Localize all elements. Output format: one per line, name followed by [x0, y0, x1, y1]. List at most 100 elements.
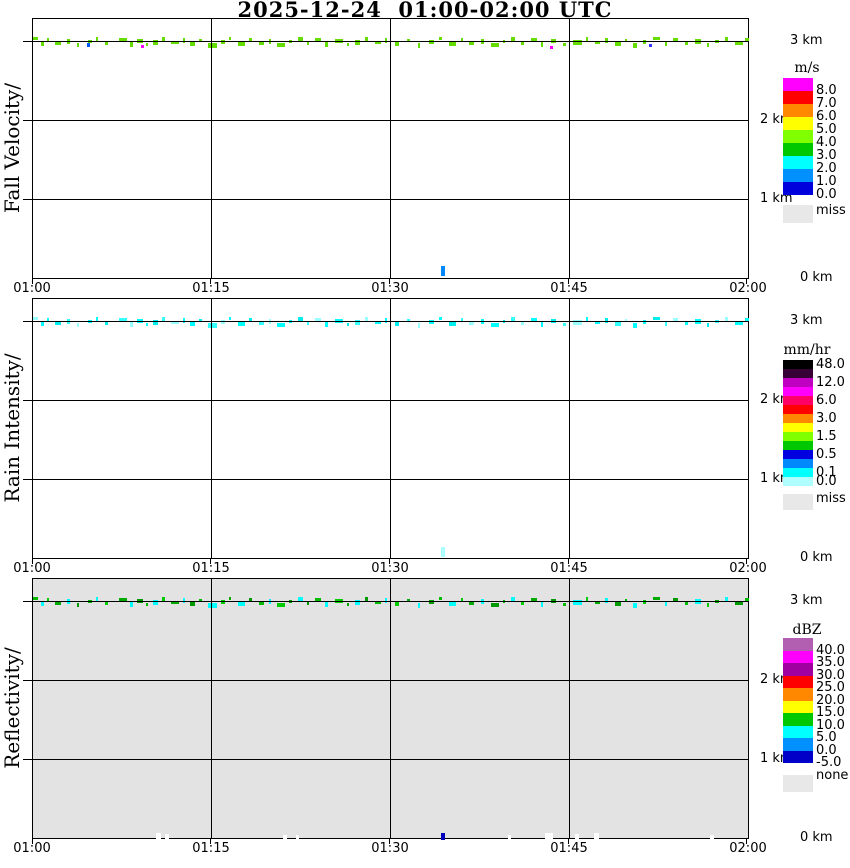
echo-band-segment — [277, 603, 285, 607]
data-mark — [575, 834, 579, 839]
data-mark — [165, 834, 169, 839]
echo-band-segment — [347, 603, 349, 606]
echo-band-segment — [563, 43, 566, 46]
echo-band-segment — [33, 597, 38, 600]
colorbar-label: 0.5 — [816, 448, 837, 462]
echo-band-segment — [33, 317, 38, 320]
echo-band-segment — [55, 322, 61, 325]
echo-band-segment — [685, 322, 688, 325]
echo-band-segment — [146, 43, 148, 46]
colorbar-segment — [783, 726, 813, 739]
colorbar-title-rain-intensity: mm/hr — [781, 342, 833, 358]
echo-band-segment — [418, 43, 420, 48]
grid-line-vertical — [390, 19, 391, 278]
echo-band-segment — [77, 603, 79, 607]
colorbar-title-fall-velocity: m/s — [781, 60, 833, 76]
grid-line-vertical — [390, 579, 391, 838]
height-tick-label: 0 km — [800, 271, 833, 285]
missing-label: miss — [816, 204, 846, 218]
echo-band-segment — [395, 602, 399, 606]
height-tick-label: 3 km — [790, 34, 823, 48]
data-mark — [156, 833, 161, 839]
echo-band-segment — [130, 42, 133, 47]
data-mark — [87, 43, 90, 47]
echo-band-segment — [541, 602, 543, 607]
colorbar-segment — [783, 369, 813, 378]
echo-band-segment — [563, 323, 566, 326]
echo-band-segment — [439, 317, 442, 320]
y-axis-label-rain-intensity: Rain Intensity/ — [0, 353, 24, 502]
echo-band-segment — [633, 323, 637, 328]
colorbar-segment — [783, 468, 813, 477]
data-mark — [545, 833, 553, 839]
height-tick-label: 3 km — [790, 314, 823, 328]
y-axis-tick — [23, 120, 32, 121]
echo-band-segment — [325, 602, 328, 607]
y-axis-tick — [23, 680, 32, 681]
echo-band-segment — [418, 323, 420, 328]
time-tick-label: 01:00 — [6, 282, 58, 296]
time-tick-label: 01:15 — [185, 562, 237, 576]
data-mark — [508, 835, 511, 839]
echo-band-segment — [491, 323, 499, 327]
echo-band-segment — [77, 43, 79, 47]
echo-band-segment — [208, 603, 217, 608]
colorbar-segment — [783, 751, 813, 764]
echo-band-segment — [615, 322, 621, 326]
echo-band-segment — [208, 323, 217, 328]
grid-line-vertical — [569, 579, 570, 838]
echo-band-segment — [685, 602, 688, 605]
data-mark — [441, 266, 445, 276]
echo-band-segment — [439, 597, 442, 600]
colorbar-segment — [783, 182, 813, 195]
y-axis-label-fall-velocity: Fall Velocity/ — [0, 83, 24, 213]
missing-label: none — [816, 769, 848, 783]
panel-rain-intensity — [32, 298, 749, 559]
colorbar-label: 0.0 — [816, 188, 837, 202]
echo-band-segment — [395, 322, 399, 326]
echo-band-segment — [190, 602, 195, 606]
echo-band-segment — [653, 317, 660, 320]
colorbar-segment — [783, 713, 813, 726]
colorbar-segment — [783, 117, 813, 130]
colorbar-segment — [783, 143, 813, 156]
y-axis-tick — [23, 321, 32, 322]
y-axis-tick — [23, 199, 32, 200]
echo-band-segment — [491, 43, 499, 47]
echo-band-segment — [347, 43, 349, 46]
colorbar-title-reflectivity: dBZ — [781, 622, 833, 638]
echo-band-segment — [541, 322, 543, 327]
echo-band-segment — [469, 322, 474, 325]
echo-band-segment — [77, 323, 79, 327]
echo-band-segment — [491, 603, 499, 607]
echo-band-segment — [277, 323, 285, 327]
colorbar-segment — [783, 663, 813, 676]
colorbar-segment — [783, 701, 813, 714]
echo-band-segment — [146, 603, 148, 606]
echo-band-segment — [208, 43, 217, 48]
colorbar-segment — [783, 477, 813, 486]
grid-line-vertical — [390, 299, 391, 558]
time-tick-label: 01:45 — [543, 842, 595, 856]
y-axis-tick — [23, 759, 32, 760]
data-mark — [283, 835, 287, 839]
time-tick-label: 01:15 — [185, 842, 237, 856]
colorbar-segment — [783, 441, 813, 450]
panel-fall-velocity — [32, 18, 749, 279]
echo-band-segment — [633, 603, 637, 608]
height-tick-label: 0 km — [800, 831, 833, 845]
y-axis-tick — [23, 400, 32, 401]
colorbar-label: 0.0 — [816, 475, 837, 489]
colorbar-segment — [783, 738, 813, 751]
colorbar-segment — [783, 387, 813, 396]
grid-line-vertical — [211, 19, 212, 278]
colorbar-segment — [783, 688, 813, 701]
data-mark — [441, 833, 445, 840]
echo-band-segment — [229, 37, 231, 40]
echo-band-segment — [615, 42, 621, 46]
echo-band-segment — [707, 323, 709, 327]
echo-band-segment — [685, 42, 688, 45]
echo-band-segment — [469, 42, 474, 45]
echo-band-segment — [325, 322, 328, 327]
echo-band-segment — [190, 42, 195, 46]
